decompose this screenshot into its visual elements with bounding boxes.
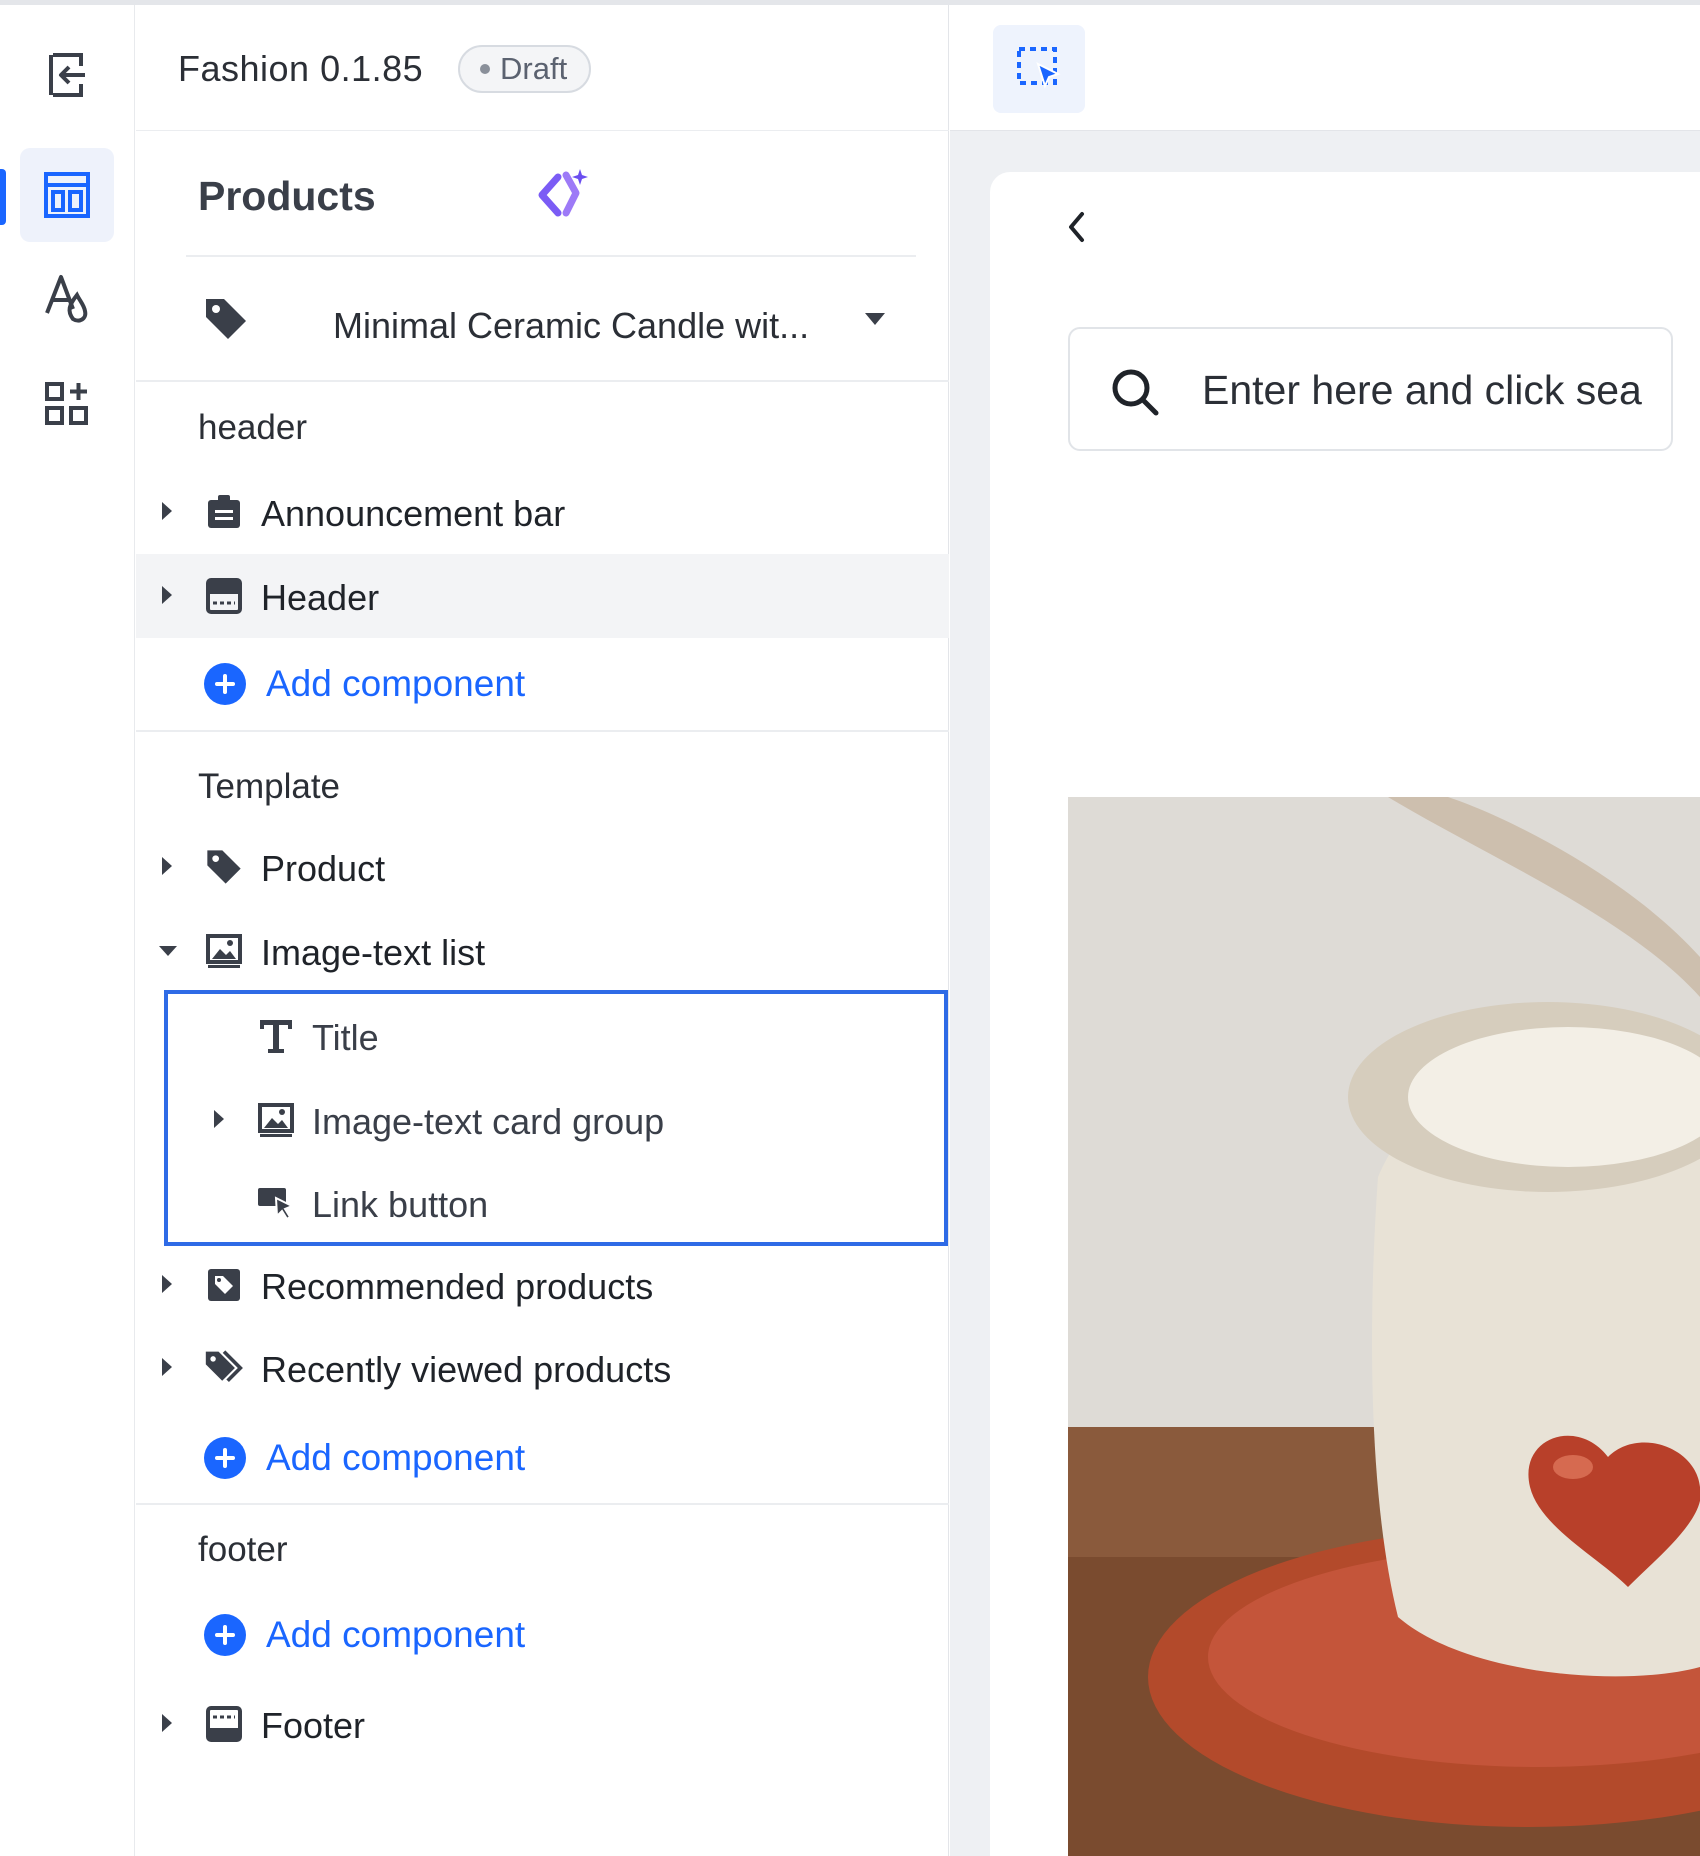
plus-circle-icon <box>204 663 246 705</box>
page-title: Products <box>198 173 376 219</box>
layout-icon <box>44 172 90 218</box>
search-placeholder: Enter here and click sea <box>1202 367 1642 413</box>
image-icon <box>204 931 244 971</box>
theme-button[interactable] <box>20 252 114 346</box>
exit-button[interactable] <box>20 28 114 122</box>
group-label-template: Template <box>198 767 341 806</box>
divider <box>186 255 916 257</box>
layer-footer[interactable]: Footer <box>136 1682 949 1766</box>
add-component-label: Add component <box>266 1614 526 1655</box>
caret-right-icon[interactable] <box>160 1712 174 1734</box>
layer-recommended-products[interactable]: Recommended products <box>136 1243 949 1327</box>
search-icon <box>1112 369 1159 416</box>
layers-panel: Fashion 0.1.85 Draft Products Minimal Ce… <box>136 5 949 1856</box>
layer-label: Product <box>261 848 386 889</box>
add-component-button[interactable]: Add component <box>204 1605 525 1665</box>
caret-right-icon[interactable] <box>160 584 174 606</box>
divider <box>136 380 949 382</box>
product-image[interactable] <box>1068 797 1700 1856</box>
tag-icon <box>206 299 246 339</box>
layer-image-text-list[interactable]: Image-text list <box>136 909 949 993</box>
panel-header: Fashion 0.1.85 Draft <box>136 5 949 131</box>
layout-button[interactable] <box>20 148 114 242</box>
icon-rail <box>0 5 135 1856</box>
caret-down-icon[interactable] <box>158 945 178 957</box>
layer-label: Announcement bar <box>261 493 566 534</box>
layer-label: Footer <box>261 1705 366 1746</box>
announcement-icon <box>204 492 244 532</box>
add-widget-icon <box>45 382 88 425</box>
divider <box>136 1503 949 1505</box>
status-badge: Draft <box>458 45 592 93</box>
apps-button[interactable] <box>20 357 114 451</box>
preview-search-box[interactable]: Enter here and click sea <box>1068 327 1673 451</box>
layer-label: Image-text list <box>261 932 486 973</box>
selection-outline <box>164 990 948 1246</box>
plus-circle-icon <box>204 1437 246 1479</box>
canvas-toolbar <box>950 5 1700 131</box>
select-cursor-icon <box>1017 47 1061 89</box>
plus-circle-icon <box>204 1614 246 1656</box>
layer-product[interactable]: Product <box>136 825 949 909</box>
add-component-button[interactable]: Add component <box>204 654 525 714</box>
add-component-button[interactable]: Add component <box>204 1428 525 1488</box>
layer-label: Header <box>261 577 380 618</box>
header-layout-icon <box>204 576 244 616</box>
divider <box>136 730 949 732</box>
chevron-down-icon[interactable] <box>864 312 886 326</box>
ai-sparkle-icon[interactable] <box>536 165 592 225</box>
layer-header[interactable]: Header <box>136 554 949 638</box>
status-label: Draft <box>500 51 568 86</box>
group-label-footer: footer <box>198 1530 288 1569</box>
footer-layout-icon <box>204 1704 244 1744</box>
caret-right-icon[interactable] <box>160 500 174 522</box>
product-selector[interactable]: Minimal Ceramic Candle wit... <box>198 275 1038 365</box>
back-chevron-icon[interactable] <box>1066 210 1088 244</box>
active-indicator <box>0 169 6 225</box>
add-component-label: Add component <box>266 1437 526 1478</box>
layer-label: Recently viewed products <box>261 1349 672 1390</box>
caret-right-icon[interactable] <box>160 855 174 877</box>
layer-recently-viewed-products[interactable]: Recently viewed products <box>136 1326 949 1410</box>
tags-icon <box>204 1348 244 1388</box>
add-component-label: Add component <box>266 663 526 704</box>
product-selector-value: Minimal Ceramic Candle wit... <box>333 305 810 346</box>
layer-announcement-bar[interactable]: Announcement bar <box>136 470 949 554</box>
exit-icon <box>49 53 85 97</box>
caret-right-icon[interactable] <box>160 1356 174 1378</box>
typography-icon <box>45 275 88 323</box>
recommended-icon <box>204 1265 244 1305</box>
status-dot <box>480 64 490 74</box>
tag-icon <box>204 847 244 887</box>
element-picker-button[interactable] <box>993 25 1085 113</box>
caret-right-icon[interactable] <box>160 1273 174 1295</box>
app-title: Fashion 0.1.85 <box>178 48 424 89</box>
layer-label: Recommended products <box>261 1266 654 1307</box>
group-label-header: header <box>198 408 307 447</box>
